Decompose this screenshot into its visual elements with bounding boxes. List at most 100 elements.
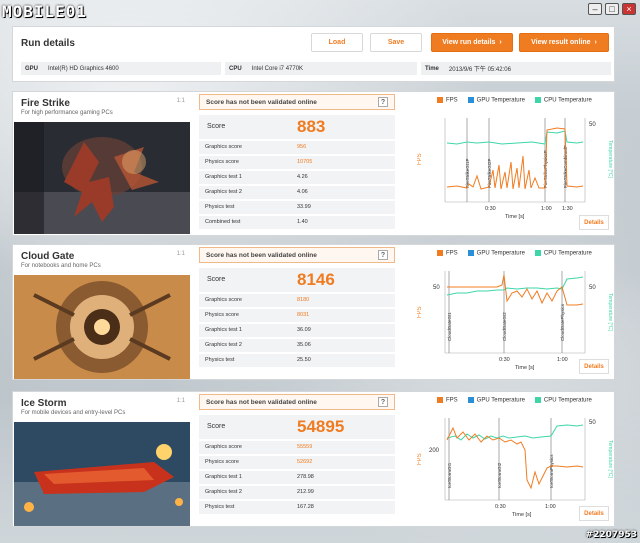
subscore-row: Physics test 33.99 bbox=[199, 201, 395, 214]
minimize-button[interactable]: – bbox=[588, 3, 602, 15]
details-button[interactable]: Details bbox=[579, 359, 609, 374]
test-panel-ice-storm: Ice Storm For mobile devices and entry-l… bbox=[12, 391, 615, 527]
score-section: Score has not been validated online ? Sc… bbox=[199, 394, 409, 514]
score-label: Score bbox=[207, 276, 226, 283]
subscore-row: Graphics test 1 4.26 bbox=[199, 171, 395, 184]
x-axis-label: Time [s] bbox=[515, 365, 535, 371]
gpu-info: GPU Intel(R) HD Graphics 4600 bbox=[21, 62, 221, 75]
load-button[interactable]: Load bbox=[311, 33, 363, 52]
time-info: Time 2013/9/6 下午 05:42:06 bbox=[421, 62, 611, 75]
subscore-value: 1.40 bbox=[297, 219, 308, 225]
y-axis-right-label: Temperature [°C] bbox=[607, 140, 613, 178]
chart-legend: FPS GPU Temperature CPU Temperature bbox=[437, 250, 592, 257]
x-tick: 0:30 bbox=[495, 504, 506, 510]
subscore-row: Graphics test 1 278.98 bbox=[199, 471, 395, 484]
y-axis-left-label: FPS bbox=[417, 153, 423, 165]
gpu-key: GPU bbox=[25, 65, 39, 72]
legend-fps: FPS bbox=[437, 97, 458, 104]
y-axis-right-label: Temperature [°C] bbox=[607, 440, 613, 478]
run-details-panel: Run details Load Save View run details ›… bbox=[12, 26, 615, 82]
test-name: Cloud Gate bbox=[21, 251, 75, 262]
view-run-details-button[interactable]: View run details › bbox=[431, 33, 513, 52]
validation-notice: Score has not been validated online ? bbox=[199, 394, 395, 410]
subscore-label: Graphics score bbox=[205, 444, 242, 450]
subscore-row: Physics test 167.28 bbox=[199, 501, 395, 514]
help-icon[interactable]: ? bbox=[378, 97, 388, 107]
test-ratio: 1:1 bbox=[176, 98, 185, 104]
y-axis-right-tick: 50 bbox=[589, 122, 596, 128]
score-label: Score bbox=[207, 123, 226, 130]
validation-notice: Score has not been validated online ? bbox=[199, 94, 395, 110]
test-ratio: 1:1 bbox=[176, 251, 185, 257]
chart-legend: FPS GPU Temperature CPU Temperature bbox=[437, 397, 592, 404]
cpu-key: CPU bbox=[229, 65, 242, 72]
subscore-value: 956 bbox=[297, 144, 307, 150]
validation-text: Score has not been validated online bbox=[206, 98, 317, 106]
test-info: Fire Strike For high performance gaming … bbox=[13, 92, 191, 235]
subscore-value: 36.09 bbox=[297, 327, 311, 333]
test-marker: CloudGateGt1 bbox=[447, 312, 452, 341]
save-button[interactable]: Save bbox=[370, 33, 422, 52]
maximize-button[interactable]: □ bbox=[605, 3, 619, 15]
subscore-label: Physics score bbox=[205, 312, 239, 318]
chevron-right-icon: › bbox=[499, 39, 502, 46]
score-section: Score has not been validated online ? Sc… bbox=[199, 247, 409, 367]
subscore-label: Graphics test 1 bbox=[205, 174, 242, 180]
score-row: Score 883 bbox=[199, 115, 395, 139]
test-ratio: 1:1 bbox=[176, 398, 185, 404]
time-value: 2013/9/6 下午 05:42:06 bbox=[448, 67, 511, 73]
subscore-row: Graphics score 8180 bbox=[199, 294, 395, 307]
help-icon[interactable]: ? bbox=[378, 250, 388, 260]
subscore-label: Graphics test 2 bbox=[205, 189, 242, 195]
chevron-right-icon: › bbox=[594, 39, 597, 46]
subscore-value: 52692 bbox=[297, 459, 313, 465]
subscore-label: Graphics test 1 bbox=[205, 474, 242, 480]
fire-strike-thumbnail bbox=[14, 122, 190, 234]
help-icon[interactable]: ? bbox=[378, 397, 388, 407]
score-row: Score 54895 bbox=[199, 415, 395, 439]
x-axis-label: Time [s] bbox=[512, 512, 532, 518]
chart-legend: FPS GPU Temperature CPU Temperature bbox=[437, 97, 592, 104]
view-run-details-label: View run details bbox=[442, 39, 496, 46]
subscore-value: 278.98 bbox=[297, 474, 314, 480]
y-axis-left-tick: 200 bbox=[429, 448, 440, 454]
monitoring-chart-panel: FPS GPU Temperature CPU Temperature FPS … bbox=[409, 245, 615, 379]
site-watermark: MOBILE01 bbox=[2, 2, 88, 21]
details-button[interactable]: Details bbox=[579, 506, 609, 521]
app-window: MOBILE01 – □ × Run details Load Save Vie… bbox=[0, 0, 640, 543]
details-button[interactable]: Details bbox=[579, 215, 609, 230]
subscore-label: Combined test bbox=[205, 219, 241, 225]
window-controls: – □ × bbox=[588, 3, 636, 15]
ice-storm-monitoring-chart: FPS 200 Temperature [°C] 50 IceStormGt1 … bbox=[417, 418, 613, 518]
post-id-watermark: #2207953 bbox=[585, 530, 637, 540]
view-result-online-label: View result online bbox=[531, 39, 591, 46]
subscore-label: Graphics test 1 bbox=[205, 327, 242, 333]
monitoring-chart-panel: FPS GPU Temperature CPU Temperature FPS … bbox=[409, 92, 615, 235]
subscore-label: Physics test bbox=[205, 504, 235, 510]
monitoring-chart-panel: FPS GPU Temperature CPU Temperature FPS … bbox=[409, 392, 615, 526]
subscore-value: 8180 bbox=[297, 297, 310, 303]
test-marker: CloudGateGt2 bbox=[502, 312, 507, 341]
view-result-online-button[interactable]: View result online › bbox=[519, 33, 609, 52]
subscore-row: Physics score 10705 bbox=[199, 156, 395, 169]
fire-strike-monitoring-chart: FPS Temperature [°C] 50 FireStrikeGt1P F… bbox=[417, 118, 613, 220]
subscore-label: Physics test bbox=[205, 357, 235, 363]
validation-notice: Score has not been validated online ? bbox=[199, 247, 395, 263]
score-label: Score bbox=[207, 423, 226, 430]
close-button[interactable]: × bbox=[622, 3, 636, 15]
subscore-label: Graphics test 2 bbox=[205, 489, 242, 495]
test-info: Ice Storm For mobile devices and entry-l… bbox=[13, 392, 191, 526]
y-axis-left-tick: 50 bbox=[433, 285, 440, 291]
test-marker: IceStormGt1 bbox=[447, 462, 452, 488]
test-subtitle: For high performance gaming PCs bbox=[21, 110, 113, 116]
x-tick: 0:30 bbox=[499, 357, 510, 363]
test-marker: CloudGatePhysics bbox=[560, 303, 565, 341]
subscore-label: Physics score bbox=[205, 159, 239, 165]
subscore-row: Graphics score 956 bbox=[199, 141, 395, 154]
subscore-row: Graphics test 2 212.99 bbox=[199, 486, 395, 499]
subscore-row: Combined test 1.40 bbox=[199, 216, 395, 229]
subscore-row: Graphics test 2 4.06 bbox=[199, 186, 395, 199]
subscore-value: 167.28 bbox=[297, 504, 314, 510]
subscore-label: Physics test bbox=[205, 204, 235, 210]
score-value: 54895 bbox=[297, 417, 345, 436]
